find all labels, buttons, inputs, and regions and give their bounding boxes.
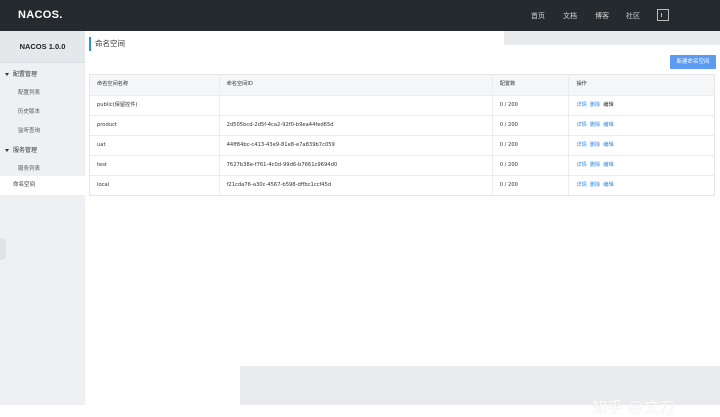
edit-link[interactable]: 编辑	[603, 162, 613, 168]
edit-link[interactable]: 编辑	[603, 182, 613, 188]
delete-link[interactable]: 删除	[590, 122, 600, 128]
detail-link[interactable]: 详情	[576, 122, 586, 128]
sidebar-group-service[interactable]: 服务管理	[5, 145, 37, 154]
config-count: 0 / 200	[493, 176, 570, 195]
column-header-actions: 操作	[576, 81, 587, 87]
sidebar-item-history[interactable]: 历史版本	[18, 107, 40, 115]
namespace-id: 2d505bcd-2d5f-4ca2-92f0-b9ea44fed65d	[220, 116, 493, 135]
namespace-id: 7627b38e-f761-4c0d-99d6-b7661c9694d0	[220, 156, 493, 175]
table-row: uat 44ff84bc-c413-43e9-81e8-e7a839b7c059…	[90, 135, 714, 155]
sidebar-item-config-list[interactable]: 配置列表	[18, 88, 40, 96]
sidebar-group-label: 配置管理	[13, 71, 38, 78]
sidebar-collapse-handle[interactable]	[0, 238, 6, 260]
config-count: 0 / 200	[493, 116, 570, 135]
edit-link[interactable]: 编辑	[603, 142, 613, 148]
header-strip	[504, 31, 720, 45]
caret-down-icon	[5, 73, 9, 76]
page-title: 命名空间	[89, 37, 125, 51]
delete-link[interactable]: 删除	[590, 162, 600, 168]
sidebar-item-listener[interactable]: 监听查询	[18, 126, 40, 134]
top-navbar: NACOS. 首页 文档 博客 社区	[0, 0, 720, 31]
namespace-name: test	[90, 156, 220, 175]
row-actions: 详情 删除 编辑	[569, 116, 714, 135]
detail-link[interactable]: 详情	[576, 142, 586, 148]
namespace-name: public(保留控件)	[90, 96, 220, 115]
watermark-text: 知乎 @文刀	[592, 398, 675, 416]
edit-link[interactable]: 编辑	[603, 102, 613, 108]
sidebar-group-config[interactable]: 配置管理	[5, 69, 37, 78]
nav-blog[interactable]: 博客	[595, 11, 609, 21]
nav-community[interactable]: 社区	[626, 11, 640, 21]
row-actions: 详情 删除 编辑	[569, 96, 714, 115]
config-count: 0 / 200	[493, 96, 570, 115]
edit-link[interactable]: 编辑	[603, 122, 613, 128]
row-actions: 详情 删除 编辑	[569, 156, 714, 175]
nav-home[interactable]: 首页	[531, 11, 545, 21]
table-row: test 7627b38e-f761-4c0d-99d6-b7661c9694d…	[90, 155, 714, 175]
new-namespace-button[interactable]: 新建命名空间	[670, 55, 716, 69]
row-actions: 详情 删除 编辑	[569, 136, 714, 155]
config-count: 0 / 200	[493, 156, 570, 175]
delete-link[interactable]: 删除	[590, 182, 600, 188]
main-content: 命名空间 新建命名空间 命名空间名称 命名空间ID 配置数 操作 public(…	[85, 31, 720, 416]
namespace-name: product	[90, 116, 220, 135]
language-switch-icon[interactable]	[657, 9, 669, 21]
nav-docs[interactable]: 文档	[563, 11, 577, 21]
sidebar-item-service-list[interactable]: 服务列表	[18, 164, 40, 172]
table-row: public(保留控件) 0 / 200 详情 删除 编辑	[90, 95, 714, 115]
row-actions: 详情 删除 编辑	[569, 176, 714, 195]
sidebar-brand: NACOS 1.0.0	[0, 31, 85, 63]
detail-link[interactable]: 详情	[576, 162, 586, 168]
caret-down-icon	[5, 149, 9, 152]
config-count: 0 / 200	[493, 136, 570, 155]
sidebar-item-namespace[interactable]: 命名空间	[0, 176, 85, 195]
delete-link[interactable]: 删除	[590, 102, 600, 108]
detail-link[interactable]: 详情	[576, 182, 586, 188]
table-row: product 2d505bcd-2d5f-4ca2-92f0-b9ea44fe…	[90, 115, 714, 135]
namespace-name: local	[90, 176, 220, 195]
sidebar: NACOS 1.0.0 配置管理 配置列表 历史版本 监听查询 服务管理 服务列…	[0, 31, 85, 405]
namespace-id: f21cda76-a30c-4567-b598-dffbc1ccf45d	[220, 176, 493, 195]
sidebar-group-label: 服务管理	[13, 147, 38, 154]
column-header-id: 命名空间ID	[220, 75, 493, 95]
table-header-row: 命名空间名称 命名空间ID 配置数 操作	[90, 75, 714, 95]
namespace-table: 命名空间名称 命名空间ID 配置数 操作 public(保留控件) 0 / 20…	[89, 74, 715, 196]
delete-link[interactable]: 删除	[590, 142, 600, 148]
table-row: local f21cda76-a30c-4567-b598-dffbc1ccf4…	[90, 175, 714, 195]
column-header-name: 命名空间名称	[90, 75, 220, 95]
namespace-id	[220, 96, 493, 115]
namespace-name: uat	[90, 136, 220, 155]
detail-link[interactable]: 详情	[576, 102, 586, 108]
nacos-logo[interactable]: NACOS.	[18, 9, 63, 21]
column-header-count: 配置数	[493, 75, 570, 95]
namespace-id: 44ff84bc-c413-43e9-81e8-e7a839b7c059	[220, 136, 493, 155]
